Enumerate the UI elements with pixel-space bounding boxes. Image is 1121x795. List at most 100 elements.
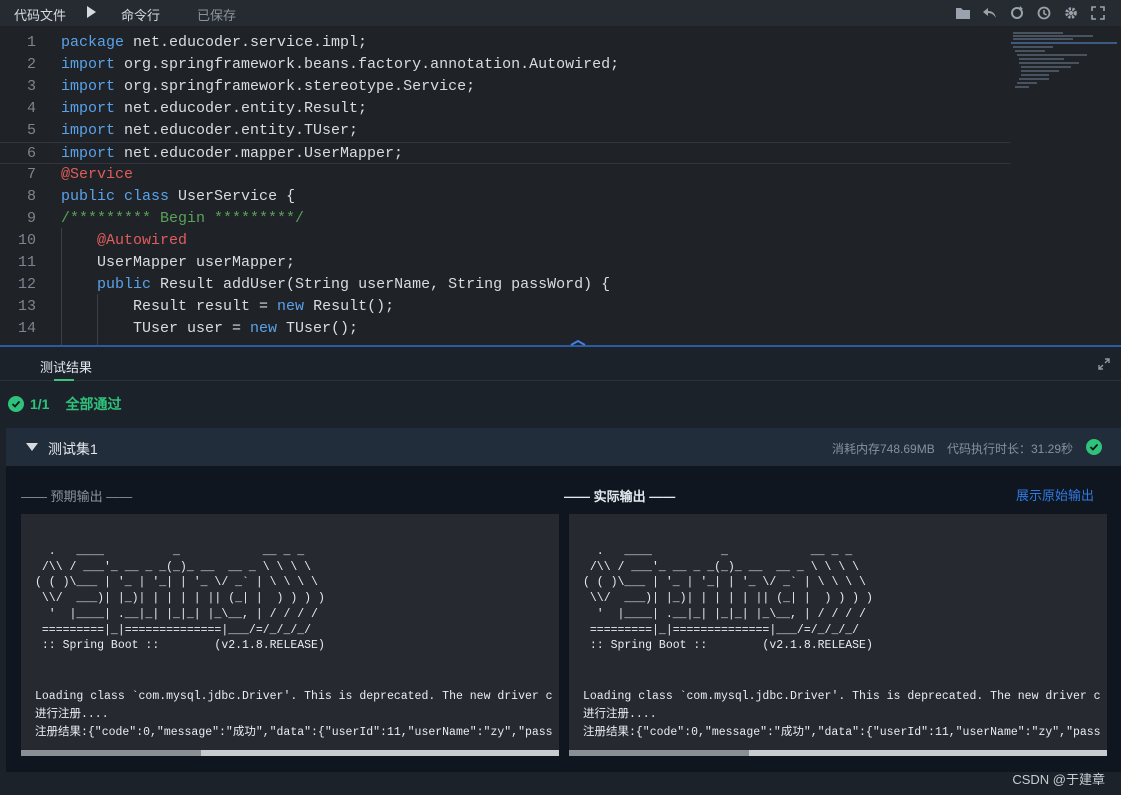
banner-line: /\\ / ___'_ __ _ _(_)_ __ __ _ \ \ \ \ [583,560,860,574]
code-text: import org.springframework.beans.factory… [61,54,619,76]
tab-test-results[interactable]: 测试结果 [40,357,92,376]
banner-line: \\/ ___)| |_)| | | | | || (_| | ) ) ) ) [35,592,325,606]
log-line: 注册结果:{"code":0,"message":"成功","data":{"u… [583,726,1101,739]
code-text: @Autowired [61,230,187,252]
testset-title: 测试集1 [48,441,98,457]
code-line[interactable]: 8 public class UserService { [0,186,1010,208]
code-line[interactable]: 1 package net.educoder.service.impl; [0,32,1010,54]
code-line[interactable]: 14 TUser user = new TUser(); [0,318,1010,340]
tab-code-file[interactable]: 代码文件 [14,5,66,24]
history-icon[interactable] [1034,3,1053,22]
line-number: 10 [17,232,36,249]
horizontal-scrollbar[interactable] [569,750,1107,756]
banner-line: ' |____| .__|_| |_|_| |_\__, | / / / / [35,607,318,621]
banner-line: . ____ _ __ _ _ [35,545,305,558]
banner-line: =========|_|==============|___/=/_/_/_/ [35,623,312,637]
code-text: import net.educoder.entity.TUser; [61,120,358,142]
line-number: 14 [17,320,36,337]
actual-output-panel[interactable]: . ____ _ __ _ _ /\\ / ___'_ __ _ _(_)_ _… [569,514,1107,756]
code-line[interactable]: 5 import net.educoder.entity.TUser; [0,120,1010,142]
code-token: public [97,276,152,293]
folder-icon[interactable] [953,3,972,22]
banner-line: \\/ ___)| |_)| | | | | || (_| | ) ) ) ) [583,592,873,606]
line-number: 8 [26,188,36,205]
code-token: package [61,34,125,51]
pass-status: 全部通过 [65,396,122,412]
code-line[interactable]: 4 import net.educoder.entity.Result; [0,98,1010,120]
output-area: —— 预期输出 —— —— 实际输出 —— 展示原始输出 . ____ _ __… [6,466,1121,772]
code-token: Result result = [61,298,278,315]
expand-icon[interactable] [1097,357,1111,371]
line-number: 5 [26,122,36,139]
code-line[interactable]: 6 import net.educoder.mapper.UserMapper; [0,142,1010,164]
code-text: import org.springframework.stereotype.Se… [61,76,475,98]
code-text: UserMapper userMapper; [61,252,295,274]
horizontal-scrollbar[interactable] [21,750,559,756]
refresh-icon[interactable] [1007,3,1026,22]
code-token: new [250,320,278,337]
fullscreen-icon[interactable] [1088,3,1107,22]
actual-output-label: —— 实际输出 —— [564,489,676,504]
code-token: new [277,298,305,315]
result-summary: 1/1 全部通过 [8,393,121,415]
code-token: import [61,145,116,162]
code-line[interactable]: 13 Result result = new Result(); [0,296,1010,318]
code-line[interactable]: 11 UserMapper userMapper; [0,252,1010,274]
banner-line: . ____ _ __ _ _ [583,545,853,558]
code-text: /********* Begin *********/ [61,208,304,230]
banner-line: ( ( )\___ | '_ | '_| | '_ \/ _` | \ \ \ … [35,576,318,590]
line-number: 6 [26,145,36,162]
show-raw-output-link[interactable]: 展示原始输出 [1016,485,1094,504]
line-number: 2 [26,56,36,73]
code-token: import [61,100,116,117]
log-line: Loading class `com.mysql.jdbc.Driver'. T… [583,690,1101,703]
ascii-banner: . ____ _ __ _ _ /\\ / ___'_ __ _ _(_)_ _… [35,544,325,654]
log-line: 进行注册.... [583,708,657,721]
active-tab-underline [54,379,74,381]
code-token: net.educoder.mapper.UserMapper; [115,145,404,162]
gear-icon[interactable] [1061,3,1080,22]
code-line[interactable]: 12 public Result addUser(String userName… [0,274,1010,296]
code-token: import [61,78,116,95]
code-token: TUser user = [61,320,251,337]
code-token: @Service [61,166,134,183]
indent-guide [61,228,62,346]
ascii-banner: . ____ _ __ _ _ /\\ / ___'_ __ _ _(_)_ _… [583,544,873,654]
code-token: @Autowired [97,232,188,249]
collapse-arrow-icon[interactable] [26,443,38,451]
pass-count: 1/1 [30,396,50,412]
line-number: 13 [17,298,36,315]
expected-output-label: —— 预期输出 —— [21,489,133,504]
line-number: 9 [26,210,36,227]
log-output: Loading class `com.mysql.jdbc.Driver'. T… [35,688,553,742]
execution-time: 代码执行时长：31.29秒 [947,442,1074,456]
tab-command-line[interactable]: 命令行 [121,5,160,24]
log-output: Loading class `com.mysql.jdbc.Driver'. T… [583,688,1101,742]
code-line[interactable]: 3 import org.springframework.stereotype.S… [0,76,1010,98]
line-number: 4 [26,100,36,117]
code-token: import [61,122,116,139]
code-editor[interactable]: 1 package net.educoder.service.impl; 2 impo… [0,26,1121,346]
code-token: /********* Begin *********/ [61,210,305,227]
run-icon[interactable] [87,6,96,18]
code-line[interactable]: 9 /********* Begin *********/ [0,208,1010,230]
banner-line: :: Spring Boot :: (v2.1.8.RELEASE) [35,639,325,653]
line-number: 3 [26,78,36,95]
code-line[interactable]: 7 @Service [0,164,1010,186]
code-line[interactable]: 2 import org.springframework.beans.factor… [0,54,1010,76]
saved-status: 已保存 [197,8,237,23]
indent-guide [97,294,98,346]
expected-output-panel[interactable]: . ____ _ __ _ _ /\\ / ___'_ __ _ _(_)_ _… [21,514,559,756]
undo-icon[interactable] [980,3,999,22]
testset-header[interactable]: 测试集1 消耗内存748.69MB 代码执行时长：31.29秒 [6,428,1121,466]
minimap[interactable] [1011,30,1119,100]
code-text: TUser user = new TUser(); [61,318,358,340]
code-token: class [124,188,170,205]
memory-usage: 消耗内存748.69MB [832,442,935,456]
line-number: 7 [26,166,36,183]
code-token: net.educoder.service.impl; [124,34,368,51]
code-line[interactable]: 10 @Autowired [0,230,1010,252]
banner-line: ( ( )\___ | '_ | '_| | '_ \/ _` | \ \ \ … [583,576,866,590]
